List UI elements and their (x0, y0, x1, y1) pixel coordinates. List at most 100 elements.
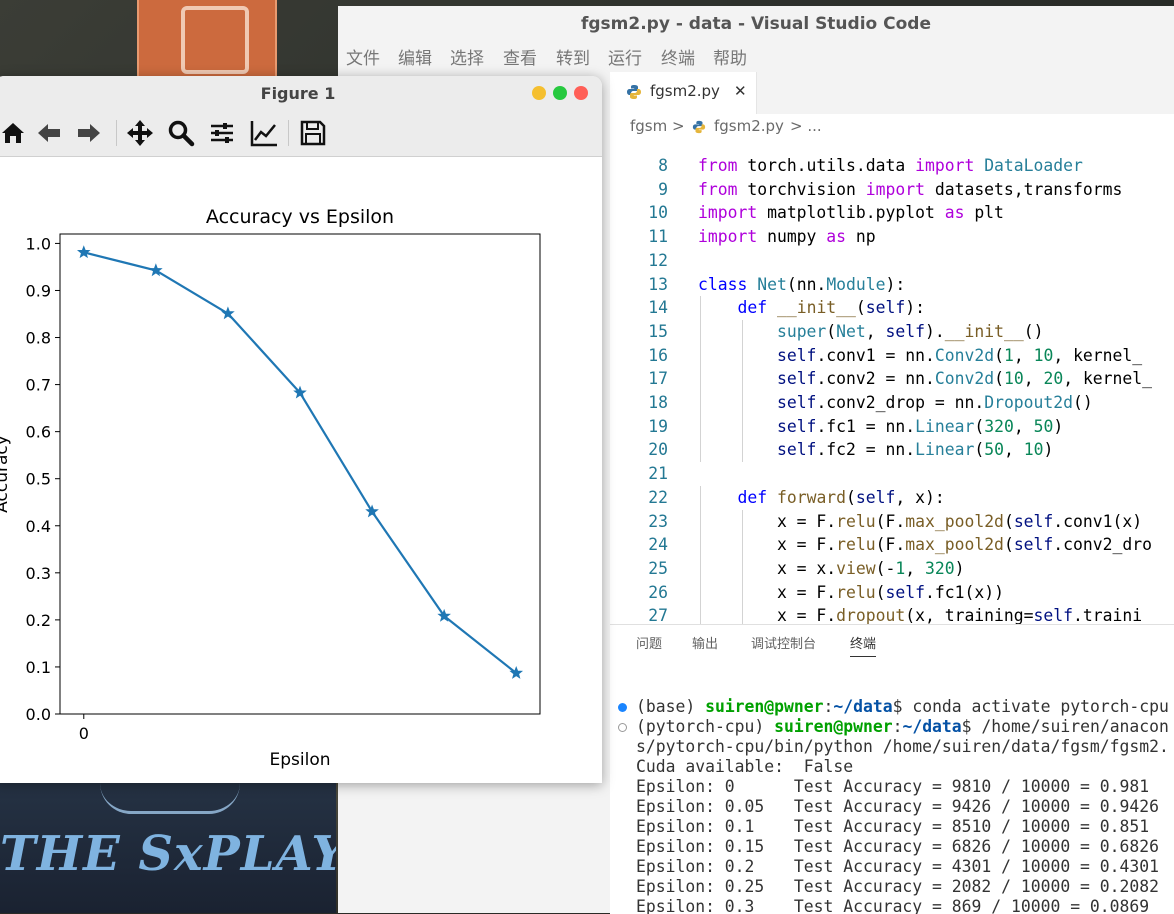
breadcrumb-symbols[interactable]: > ... (790, 117, 822, 135)
code-text: from torchvision import datasets,transfo… (698, 179, 1123, 199)
line-number: 23 (648, 511, 668, 531)
terminal-line: Cuda available: False (636, 757, 854, 776)
y-tick-label: 0.3 (26, 564, 51, 583)
y-tick-label: 0.8 (26, 329, 51, 348)
command-running-dot-icon (618, 723, 627, 732)
breadcrumb-separator: > (672, 117, 685, 135)
terminal-line: s/pytorch-cpu/bin/python /home/suiren/da… (636, 737, 1169, 756)
menu-help[interactable]: 帮助 (713, 44, 747, 69)
data-point-star (76, 245, 91, 259)
line-number: 15 (648, 321, 668, 341)
tab-label: fgsm2.py (650, 82, 720, 100)
chart-title: Accuracy vs Epsilon (206, 206, 394, 228)
vscode-menubar: 文件 编辑 选择 查看 转到 运行 终端 帮助 (338, 40, 1174, 72)
code-text: self.conv2 = nn.Conv2d(10, 20, kernel_ (776, 369, 1153, 389)
wallpaper-wave-graphic (100, 783, 240, 814)
panel-tab-terminal[interactable]: 终端 (850, 633, 877, 657)
code-text: def forward(self, x): (737, 487, 945, 507)
breadcrumb: fgsm > fgsm2.py > ... (610, 114, 1174, 140)
terminal-line: Epsilon: 0.1 Test Accuracy = 8510 / 1000… (636, 817, 1150, 836)
zoom-magnifier-icon[interactable] (166, 118, 196, 148)
y-tick-label: 0.2 (26, 611, 51, 630)
panel-tab-debug-console[interactable]: 调试控制台 (751, 633, 816, 652)
indent-guide (700, 296, 701, 463)
editor-tab-bar: fgsm2.py ✕ (610, 72, 1174, 114)
panel-tab-problems[interactable]: 问题 (636, 633, 662, 652)
panel-tab-output[interactable]: 输出 (692, 633, 718, 652)
code-line: 13 class Net(nn.Module): (610, 273, 1174, 297)
figure-titlebar[interactable]: Figure 1 (0, 76, 602, 110)
code-text: x = F.relu(F.max_pool2d(self.conv1(x) (698, 511, 1143, 531)
series-line (83, 251, 517, 674)
close-icon[interactable] (574, 86, 588, 100)
code-line: 9 from torchvision import datasets,transf… (610, 178, 1174, 202)
line-number: 17 (648, 369, 668, 389)
wallpaper-orange-sign (137, 0, 277, 80)
code-line: 17 self.conv2 = nn.Conv2d(10, 20, kernel… (610, 367, 1174, 391)
line-number: 19 (648, 416, 668, 436)
menu-view[interactable]: 查看 (503, 44, 537, 69)
vscode-titlebar[interactable]: fgsm2.py - data - Visual Studio Code (338, 6, 1174, 40)
terminal[interactable]: (base) suiren@pwner:~/data$ conda activa… (610, 681, 1174, 914)
line-number: 26 (648, 582, 668, 602)
menu-run[interactable]: 运行 (608, 44, 642, 69)
indent-guide (742, 319, 743, 463)
figure-canvas[interactable]: Accuracy vs Epsilon 0.0 0.1 0.2 0.3 0.4 0.5 0.6… (0, 157, 602, 783)
python-file-icon (627, 85, 641, 99)
edit-axis-icon[interactable] (249, 118, 279, 148)
line-number: 24 (648, 535, 668, 555)
y-axis-label: Accuracy (0, 435, 12, 513)
menu-selection[interactable]: 选择 (450, 44, 484, 69)
code-editor[interactable]: 8 from torch.utils.data import DataLoader… (610, 140, 1174, 624)
code-line: 10 import matplotlib.pyplot as plt (610, 201, 1174, 225)
code-line: 27 x = F.dropout(x, training=self.traini (610, 604, 1174, 624)
menu-terminal[interactable]: 终端 (661, 44, 695, 69)
python-file-icon (692, 120, 706, 134)
save-disk-icon[interactable] (298, 118, 328, 148)
code-line: 21 (610, 462, 1174, 486)
forward-arrow-icon[interactable] (74, 118, 104, 148)
y-tick-label: 1.0 (26, 234, 51, 253)
line-number: 10 (648, 203, 668, 223)
code-line: 23 x = F.relu(F.max_pool2d(self.conv1(x) (610, 510, 1174, 534)
figure-toolbar (0, 110, 602, 157)
menu-go[interactable]: 转到 (556, 44, 590, 69)
terminal-line: Epsilon: 0.15 Test Accuracy = 6826 / 100… (636, 837, 1160, 856)
terminal-line: Epsilon: 0.25 Test Accuracy = 2082 / 100… (636, 877, 1160, 896)
code-line: 18 self.conv2_drop = nn.Dropout2d() (610, 391, 1174, 415)
configure-subplots-icon[interactable] (207, 118, 237, 148)
back-arrow-icon[interactable] (34, 118, 64, 148)
y-tick-label: 0.9 (26, 281, 51, 300)
minimize-icon[interactable] (532, 86, 546, 100)
breadcrumb-folder[interactable]: fgsm (630, 117, 667, 135)
y-tick-label: 0.1 (26, 658, 51, 677)
terminal-line: (base) suiren@pwner:~/data$ conda activa… (636, 697, 1169, 716)
bottom-panel: 问题 输出 调试控制台 终端 (base) suiren@pwner:~/dat… (610, 624, 1174, 914)
close-icon[interactable]: ✕ (734, 82, 747, 100)
maximize-icon[interactable] (553, 86, 567, 100)
menu-edit[interactable]: 编辑 (398, 44, 432, 69)
y-tick-label: 0.4 (26, 517, 51, 536)
pan-move-icon[interactable] (125, 118, 155, 148)
line-number: 22 (648, 487, 668, 507)
line-number: 25 (648, 558, 668, 578)
breadcrumb-file[interactable]: fgsm2.py (714, 117, 784, 135)
code-text: self.conv2_drop = nn.Dropout2d() (776, 393, 1093, 412)
indent-guide (700, 485, 701, 624)
code-text: def __init__(self): (737, 298, 926, 318)
code-text: x = F.relu(F.max_pool2d(self.conv2_dro (698, 535, 1152, 555)
line-number: 8 (658, 156, 668, 175)
code-line: 26 x = F.relu(self.fc1(x)) (610, 581, 1174, 605)
data-point-star (365, 504, 379, 518)
home-icon[interactable] (0, 118, 28, 148)
editor-tab-fgsm2[interactable]: fgsm2.py ✕ (610, 72, 757, 114)
code-line: 12 (610, 249, 1174, 273)
terminal-line: Epsilon: 0.2 Test Accuracy = 4301 / 1000… (636, 857, 1160, 876)
line-number: 18 (648, 393, 668, 412)
code-line: 14 def __init__(self): (610, 296, 1174, 320)
code-text: x = x.view(-1, 320) (698, 558, 965, 578)
code-text: class Net(nn.Module): (698, 274, 906, 294)
menu-file[interactable]: 文件 (346, 44, 380, 69)
x-axis-label: Epsilon (269, 750, 330, 770)
line-number: 9 (658, 179, 668, 199)
